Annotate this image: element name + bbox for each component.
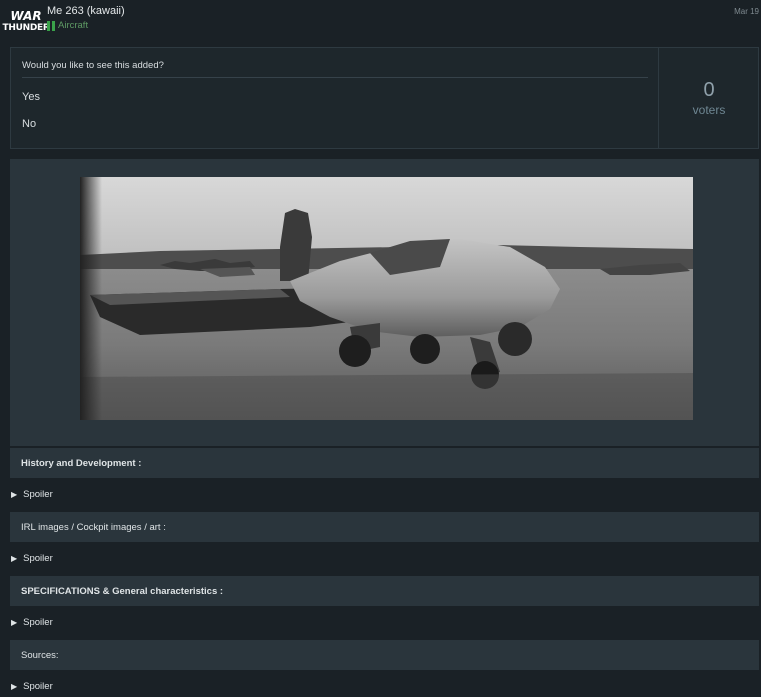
poll-option-no[interactable]: No <box>22 118 36 130</box>
section-header-specifications: SPECIFICATIONS & General characteristics… <box>10 576 759 606</box>
spoiler-label: Spoiler <box>23 552 53 564</box>
category-label: Aircraft <box>58 20 89 31</box>
section-header-images: IRL images / Cockpit images / art : <box>10 512 759 542</box>
disclosure-triangle-icon: ▶ <box>11 681 18 691</box>
image-container <box>10 159 759 446</box>
photo-image <box>80 177 693 420</box>
spoiler-toggle-history[interactable]: ▶ Spoiler <box>11 485 53 503</box>
voters-count: 0 <box>703 79 715 101</box>
poll-options-panel: Would you like to see this added? Yes No <box>11 48 659 148</box>
poll-results-panel: 0 voters <box>660 48 758 148</box>
poll-question: Would you like to see this added? <box>22 60 164 71</box>
spoiler-label: Spoiler <box>23 488 53 500</box>
category-link[interactable]: Aircraft <box>47 20 88 31</box>
spoiler-label: Spoiler <box>23 680 53 692</box>
category-badge-icon <box>47 20 55 31</box>
section-header-history: History and Development : <box>10 448 759 478</box>
disclosure-triangle-icon: ▶ <box>11 489 18 499</box>
spoiler-toggle-sources[interactable]: ▶ Spoiler <box>11 677 53 695</box>
spoiler-toggle-images[interactable]: ▶ Spoiler <box>11 549 53 567</box>
spoiler-label: Spoiler <box>23 616 53 628</box>
logo-text-top: WAR <box>10 9 42 23</box>
spoiler-toggle-specifications[interactable]: ▶ Spoiler <box>11 613 53 631</box>
poll-divider <box>22 77 648 78</box>
logo-text-bottom: THUNDER <box>2 23 50 33</box>
aircraft-photo[interactable] <box>80 177 693 420</box>
poll-option-yes[interactable]: Yes <box>22 91 40 103</box>
section-header-sources: Sources: <box>10 640 759 670</box>
topic-title[interactable]: Me 263 (kawaii) <box>47 5 125 17</box>
war-thunder-logo[interactable]: WAR THUNDER <box>3 6 50 38</box>
disclosure-triangle-icon: ▶ <box>11 617 18 627</box>
post-header: WAR THUNDER Me 263 (kawaii) Aircraft Mar… <box>0 0 761 44</box>
voters-label: voters <box>692 103 726 117</box>
post-date[interactable]: Mar 19 <box>734 7 759 16</box>
disclosure-triangle-icon: ▶ <box>11 553 18 563</box>
poll: Would you like to see this added? Yes No… <box>10 47 759 149</box>
